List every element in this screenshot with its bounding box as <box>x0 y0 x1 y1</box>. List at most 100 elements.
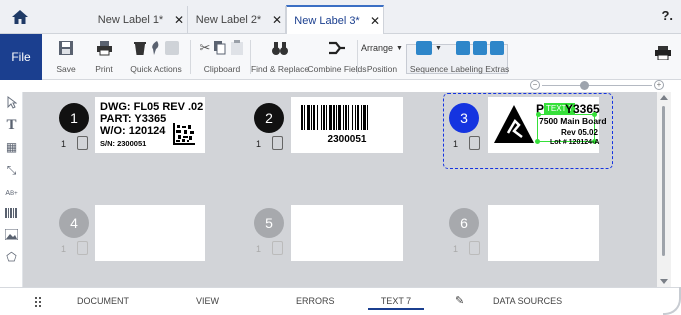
ribbon-toolbar: File Save Print Quick Actions ✂ Clipboar… <box>0 34 681 80</box>
extras-icon <box>473 41 487 55</box>
quick-icon <box>165 41 179 55</box>
scroll-thumb[interactable] <box>662 106 665 256</box>
tab-data-sources[interactable]: DATA SOURCES <box>493 296 562 306</box>
zoom-out-icon[interactable]: − <box>530 80 540 90</box>
printer-icon[interactable] <box>655 46 671 60</box>
rev-text: Rev 05.02 <box>561 128 598 137</box>
scissors-icon: ✂ <box>199 40 211 55</box>
close-icon[interactable]: ✕ <box>269 13 285 27</box>
tab-errors[interactable]: ERRORS <box>296 296 335 306</box>
rich-text-tool-icon[interactable]: AB+ <box>3 185 20 202</box>
tab-label: New Label 3* <box>294 15 360 27</box>
vertical-scrollbar[interactable] <box>657 92 671 287</box>
label-preview[interactable]: 2300051 <box>291 97 403 153</box>
barcode-bar <box>352 105 353 130</box>
select-arrow-icon[interactable] <box>3 96 20 113</box>
barcode-bar <box>301 105 303 130</box>
scroll-up-icon[interactable] <box>660 95 668 100</box>
quick-actions-group[interactable]: Quick Actions <box>124 36 188 78</box>
label-number-badge: 1 <box>59 103 89 133</box>
barcode-bar <box>363 105 366 130</box>
tab-view[interactable]: VIEW <box>196 296 219 306</box>
tab-text-7[interactable]: TEXT 7 <box>368 296 424 310</box>
barcode-bar <box>348 105 349 130</box>
label-preview[interactable]: DWG: FL05 REV .02 PART: Y3365 W/O: 12012… <box>95 97 205 153</box>
printer-icon <box>96 41 112 56</box>
sn-text: S/N: 2300051 <box>100 139 147 148</box>
find-replace-button[interactable]: Find & Replace <box>250 36 310 78</box>
zoom-in-icon[interactable]: + <box>654 80 664 90</box>
copies-value: 1 <box>453 139 459 149</box>
barcode-bar <box>311 105 312 130</box>
copies-stepper[interactable] <box>271 135 283 151</box>
label-preview[interactable] <box>488 205 599 261</box>
bucket-icon <box>134 42 146 55</box>
barcode-bar <box>355 105 356 130</box>
clipboard-group[interactable]: ✂ Clipboard <box>194 36 250 78</box>
tool-palette: T ▦ ⤡ AB+ ⬠ <box>0 92 23 287</box>
clipboard-label: Clipboard <box>203 64 241 74</box>
datamatrix-barcode <box>173 123 195 145</box>
sequence-button[interactable]: ▼ Sequence <box>408 36 450 78</box>
grip-icon[interactable] <box>35 297 43 307</box>
label-preview[interactable]: P TEXT 7 Y3365 7500 Main Board Rev 05.02… <box>488 97 607 153</box>
zoom-slider[interactable]: − + <box>530 80 664 92</box>
label-preview[interactable] <box>291 205 403 261</box>
close-icon[interactable]: ✕ <box>171 13 187 27</box>
barcode-bar <box>336 105 337 130</box>
close-icon[interactable]: ✕ <box>367 14 383 28</box>
extras-icon <box>490 41 504 55</box>
labeling-extras-label: Labeling Extras <box>450 64 510 74</box>
copies-value: 1 <box>453 244 459 254</box>
copies-stepper[interactable] <box>271 240 283 256</box>
arrange-dropdown[interactable]: Arrange <box>361 43 393 53</box>
label-preview[interactable] <box>95 205 205 261</box>
part-text: PART: Y3365 <box>100 113 167 125</box>
dwg-text: DWG: FL05 REV .02 <box>100 101 204 113</box>
copies-stepper[interactable] <box>468 135 480 151</box>
image-tool-icon[interactable] <box>3 228 20 245</box>
file-button[interactable]: File <box>0 34 42 80</box>
position-label: Position <box>366 64 398 74</box>
tab-document[interactable]: DOCUMENT <box>77 296 129 306</box>
label-number-badge: 5 <box>254 208 284 238</box>
labeling-extras-group[interactable]: Labeling Extras <box>450 36 510 78</box>
home-icon[interactable] <box>0 0 40 34</box>
binoculars-icon <box>272 42 288 55</box>
label-number-badge: 4 <box>59 208 89 238</box>
copies-value: 1 <box>256 139 262 149</box>
save-button[interactable]: Save <box>48 36 84 78</box>
scroll-down-icon[interactable] <box>660 279 668 284</box>
chevron-down-icon: ▼ <box>435 44 442 52</box>
barcode-bar <box>333 105 335 130</box>
tab-new-label-3[interactable]: New Label 3* ✕ <box>286 5 384 35</box>
shape-tool-icon[interactable]: ⬠ <box>3 249 20 266</box>
sequence-icon <box>416 41 433 55</box>
tab-new-label-1[interactable]: New Label 1* ✕ <box>90 6 188 34</box>
pencil-icon[interactable]: ✎ <box>455 294 464 307</box>
copies-value: 1 <box>61 139 67 149</box>
copies-value: 1 <box>61 244 67 254</box>
copies-stepper[interactable] <box>76 240 88 256</box>
barcode-bar <box>343 105 344 130</box>
print-button[interactable]: Print <box>86 36 122 78</box>
line-tool-icon[interactable]: ⤡ <box>3 162 20 179</box>
barcode-bar <box>345 105 347 130</box>
combine-icon <box>329 41 345 55</box>
text-tool-icon[interactable]: T <box>3 117 20 134</box>
tab-new-label-2[interactable]: New Label 2* ✕ <box>188 6 286 34</box>
linear-barcode <box>301 105 368 130</box>
barcode-bar <box>361 105 362 130</box>
barcode-tool-icon[interactable]: ▦ <box>3 139 20 156</box>
zoom-handle[interactable] <box>580 81 589 90</box>
copies-stepper[interactable] <box>76 135 88 151</box>
copies-stepper[interactable] <box>468 240 480 256</box>
bars-tool-icon[interactable] <box>3 206 20 223</box>
barcode-bar <box>304 105 305 130</box>
barcode-human-text: 2300051 <box>327 134 367 145</box>
barcode-bar <box>357 105 359 130</box>
help-button[interactable]: ?. <box>661 8 673 23</box>
position-group[interactable]: Arrange ▼ Position <box>358 36 406 78</box>
tab-bar: New Label 1* ✕ New Label 2* ✕ New Label … <box>0 0 681 35</box>
combine-fields-button[interactable]: Combine Fields <box>307 36 367 78</box>
